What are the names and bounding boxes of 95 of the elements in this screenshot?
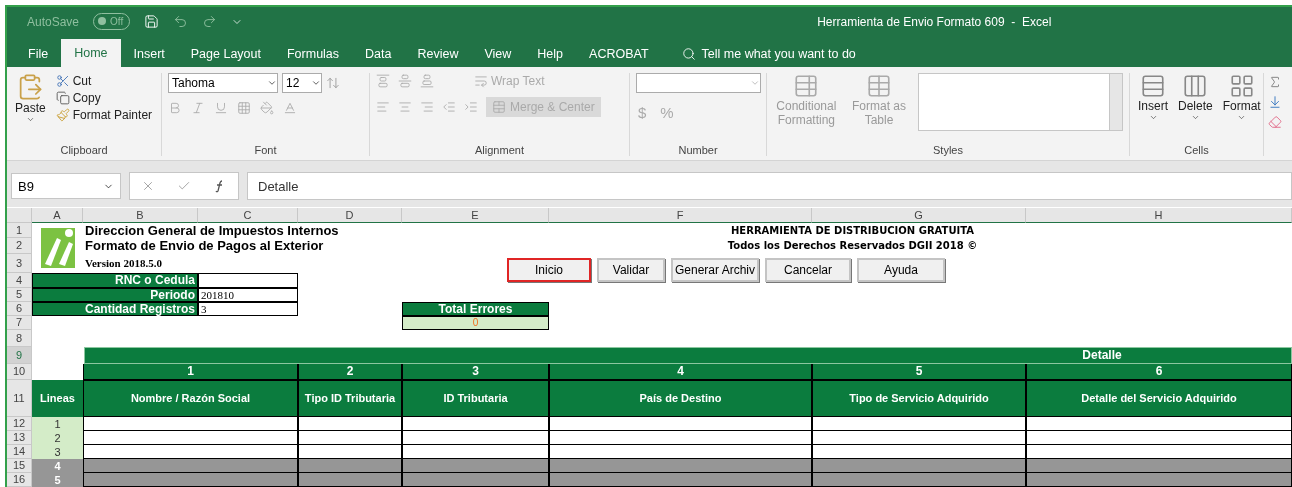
tell-me-search[interactable]: Tell me what you want to do bbox=[675, 40, 862, 67]
sum-icon bbox=[1268, 74, 1282, 89]
sheet-button[interactable]: Ayuda bbox=[857, 258, 945, 282]
version-text: Version 2018.5.0 bbox=[84, 256, 163, 272]
sheet-heading: Direccion General de Impuestos Internos bbox=[84, 223, 340, 238]
search-icon bbox=[681, 46, 696, 61]
font-name-field[interactable]: Tahoma bbox=[168, 72, 278, 93]
column-header[interactable]: A bbox=[32, 208, 83, 223]
row-header[interactable]: 11 bbox=[7, 380, 32, 417]
column-title: Lineas bbox=[32, 380, 83, 417]
column-header[interactable]: G bbox=[812, 208, 1026, 223]
paste-button[interactable]: Paste bbox=[13, 72, 48, 145]
sheet-heading: Formato de Envio de Pagos al Exterior bbox=[84, 238, 325, 254]
borders-icon bbox=[237, 100, 251, 115]
save-icon bbox=[144, 14, 160, 30]
wrap-text-icon bbox=[474, 73, 488, 88]
painter-button[interactable]: Format Painter bbox=[53, 106, 155, 123]
band-title: Detalle bbox=[1081, 348, 1123, 363]
format-cells-icon bbox=[1228, 72, 1255, 99]
name-box[interactable]: B9 bbox=[11, 173, 121, 200]
indent-icon bbox=[464, 99, 478, 114]
notice-text: HERRAMIENTA DE DISTRIBUCION GRATUITA bbox=[731, 225, 974, 236]
outdent-icon bbox=[442, 99, 456, 114]
group-label: Number bbox=[677, 144, 719, 157]
ribbon-tab[interactable]: Review bbox=[404, 40, 472, 67]
field-value[interactable]: 3 bbox=[198, 302, 298, 316]
input-field[interactable] bbox=[198, 273, 298, 288]
fill-down-icon bbox=[1268, 94, 1282, 109]
ribbon-tab[interactable]: Home bbox=[61, 38, 121, 67]
align-left-icon bbox=[376, 99, 390, 114]
eraser-icon bbox=[1268, 114, 1282, 129]
field-label: RNC o Cedula bbox=[32, 273, 198, 288]
redo-icon bbox=[202, 14, 218, 30]
format-button[interactable]: Format bbox=[1220, 72, 1263, 145]
ribbon-tab[interactable]: View bbox=[471, 40, 525, 67]
insert-cells-icon bbox=[1140, 72, 1166, 99]
undo-icon bbox=[173, 14, 189, 30]
ribbon-tab[interactable]: Page Layout bbox=[177, 40, 274, 67]
column-title: País de Destino bbox=[549, 380, 812, 417]
table-icon bbox=[866, 72, 892, 99]
column-header[interactable]: D bbox=[298, 208, 402, 223]
align-bottom-icon bbox=[420, 73, 434, 88]
column-title: Nombre / Razón Social bbox=[83, 380, 298, 417]
ribbon-tab[interactable]: Help bbox=[524, 40, 577, 67]
column-title: Tipo de Servicio Adquirido bbox=[812, 380, 1026, 417]
ribbon-tab[interactable]: Insert bbox=[120, 40, 178, 67]
ribbon-tab[interactable]: Data bbox=[352, 40, 405, 67]
column-title: Detalle del Servicio Adquirido bbox=[1026, 380, 1292, 417]
copy-icon bbox=[55, 90, 70, 105]
notice-text: Todos los Derechos Reservados DGII 2018 © bbox=[727, 240, 978, 252]
font-color-icon bbox=[283, 100, 297, 115]
italic-icon bbox=[191, 100, 205, 115]
column-header[interactable]: E bbox=[402, 208, 549, 223]
ribbon-tab[interactable]: Formulas bbox=[273, 40, 353, 67]
fill-color-icon bbox=[260, 100, 274, 115]
window-title: Herramienta de Envio Formato 609 - Excel bbox=[817, 14, 1052, 29]
conditional-format-icon bbox=[793, 72, 820, 99]
cut-button[interactable]: Cut bbox=[53, 72, 155, 89]
column-title: ID Tributaria bbox=[402, 380, 549, 417]
paintbrush-icon bbox=[55, 107, 70, 122]
insert-button[interactable]: Insert bbox=[1136, 72, 1170, 145]
delete-button[interactable]: Delete bbox=[1176, 72, 1215, 145]
align-middle-icon bbox=[398, 73, 412, 88]
formula-input[interactable]: Detalle bbox=[247, 172, 1292, 201]
ribbon-tab[interactable]: ACROBAT bbox=[576, 40, 662, 67]
font-size-field[interactable]: 12 bbox=[282, 72, 322, 93]
copy-button[interactable]: Copy bbox=[53, 89, 155, 106]
sheet-button[interactable]: Inicio bbox=[507, 258, 591, 282]
column-header[interactable]: F bbox=[549, 208, 812, 223]
bold-icon bbox=[168, 100, 182, 115]
align-center-icon bbox=[398, 99, 412, 114]
merge-icon bbox=[492, 99, 506, 114]
scissors-icon bbox=[55, 73, 70, 88]
column-header[interactable]: C bbox=[198, 208, 298, 223]
column-header[interactable]: H bbox=[1026, 208, 1292, 223]
column-header[interactable]: B bbox=[83, 208, 198, 223]
group-label: Alignment bbox=[474, 144, 525, 157]
sheet-button[interactable]: Generar Archiv bbox=[671, 258, 759, 282]
group-label: Font bbox=[253, 144, 278, 157]
group-label: Styles bbox=[932, 144, 964, 157]
align-top-icon bbox=[376, 73, 390, 88]
font-size-icon bbox=[326, 75, 340, 90]
group-label: Cells bbox=[1183, 144, 1210, 157]
align-right-icon bbox=[420, 99, 434, 114]
sheet-button[interactable]: Cancelar bbox=[765, 258, 851, 282]
field-value[interactable]: 201810 bbox=[198, 288, 298, 302]
autosave-label: AutoSave bbox=[27, 14, 80, 29]
ribbon-tab[interactable]: File bbox=[15, 40, 62, 67]
delete-cells-icon bbox=[1182, 72, 1209, 99]
group-label: Clipboard bbox=[59, 144, 109, 157]
number-format-field[interactable] bbox=[636, 72, 761, 93]
total-errors-label: Total Errores bbox=[402, 302, 549, 316]
sheet-button[interactable]: Validar bbox=[597, 258, 665, 282]
underline-icon bbox=[214, 100, 228, 115]
column-title: Tipo ID Tributaria bbox=[298, 380, 402, 417]
